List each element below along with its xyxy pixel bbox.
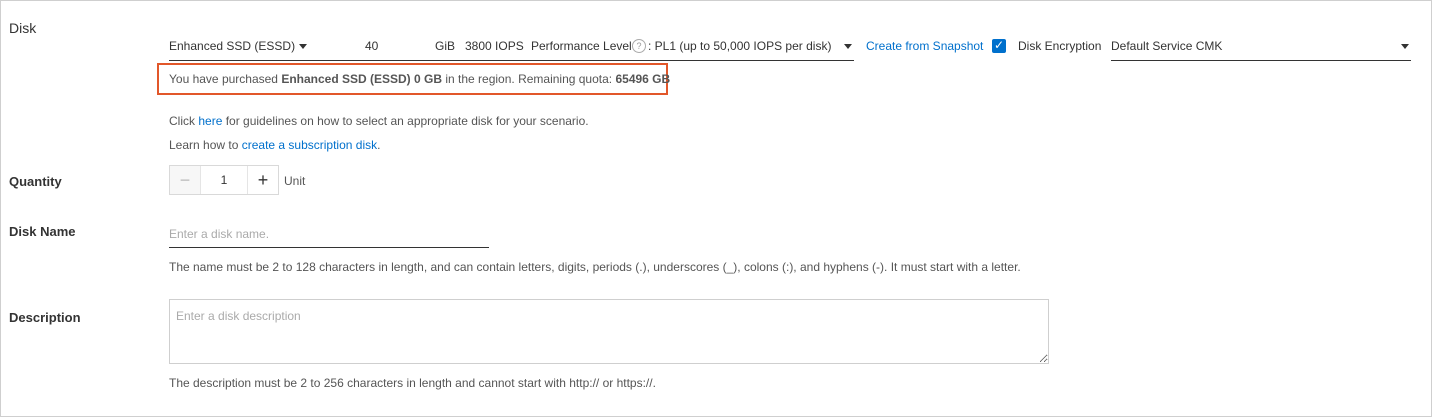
guide-line-2: Learn how to create a subscription disk. [169,138,380,152]
decrement-button[interactable]: − [170,166,201,194]
quantity-value[interactable]: 1 [200,166,248,194]
guide-line-2-prefix: Learn how to [169,138,242,152]
chevron-down-icon [844,44,852,49]
performance-level-label: Performance Level [531,39,632,53]
quota-disk-amount: Enhanced SSD (ESSD) 0 GB [281,72,443,86]
disk-name-input[interactable] [169,221,489,248]
disk-size-value: 40 [365,39,379,53]
disk-row-underline [169,60,854,61]
quantity-label: Quantity [9,174,62,189]
disk-config-panel: Disk Enhanced SSD (ESSD) 40 GiB 3800 IOP… [0,0,1432,417]
quantity-unit: Unit [284,174,306,188]
guide-line-1: Click here for guidelines on how to sele… [169,114,589,128]
quota-message: You have purchased Enhanced SSD (ESSD) 0… [169,72,670,86]
cmk-underline [1111,60,1411,61]
create-subscription-disk-link[interactable]: create a subscription disk [242,138,377,152]
iops-value: 3800 IOPS [465,39,524,53]
quota-prefix: You have purchased [169,72,282,86]
guide-line-1-suffix: for guidelines on how to select an appro… [222,114,589,128]
guide-here-link[interactable]: here [198,114,222,128]
guide-line-2-suffix: . [377,138,381,152]
quantity-stepper[interactable]: − 1 + [169,165,279,195]
disk-category-select[interactable]: Enhanced SSD (ESSD) [169,37,317,61]
check-icon: ✓ [994,38,1005,52]
increment-button[interactable]: + [247,166,278,194]
description-label: Description [9,310,81,325]
quota-middle: in the region. Remaining quota: [442,72,616,86]
description-textarea[interactable] [169,299,1049,364]
help-icon[interactable]: ? [632,39,646,53]
cmk-value: Default Service CMK [1111,39,1223,53]
cmk-select[interactable]: Default Service CMK [1111,37,1411,61]
disk-name-hint: The name must be 2 to 128 characters in … [169,260,1021,274]
disk-encryption-checkbox[interactable]: ✓ [992,38,1006,53]
disk-name-label: Disk Name [9,224,76,239]
description-hint: The description must be 2 to 256 charact… [169,376,656,390]
section-title: Disk [9,20,37,36]
chevron-down-icon [1401,44,1409,49]
disk-encryption-label: Disk Encryption [1018,39,1102,53]
performance-level-value: : PL1 (up to 50,000 IOPS per disk) [648,39,832,53]
disk-size-input[interactable]: 40 GiB [337,37,455,61]
disk-category-value: Enhanced SSD (ESSD) [169,39,296,53]
quota-remaining: 65496 GB [615,72,671,86]
disk-size-unit: GiB [435,39,456,53]
chevron-down-icon [299,44,307,49]
performance-level-select[interactable]: Performance Level ? : PL1 (up to 50,000 … [531,37,854,61]
create-from-snapshot-link[interactable]: Create from Snapshot [866,39,983,53]
guide-line-1-prefix: Click [169,114,199,128]
